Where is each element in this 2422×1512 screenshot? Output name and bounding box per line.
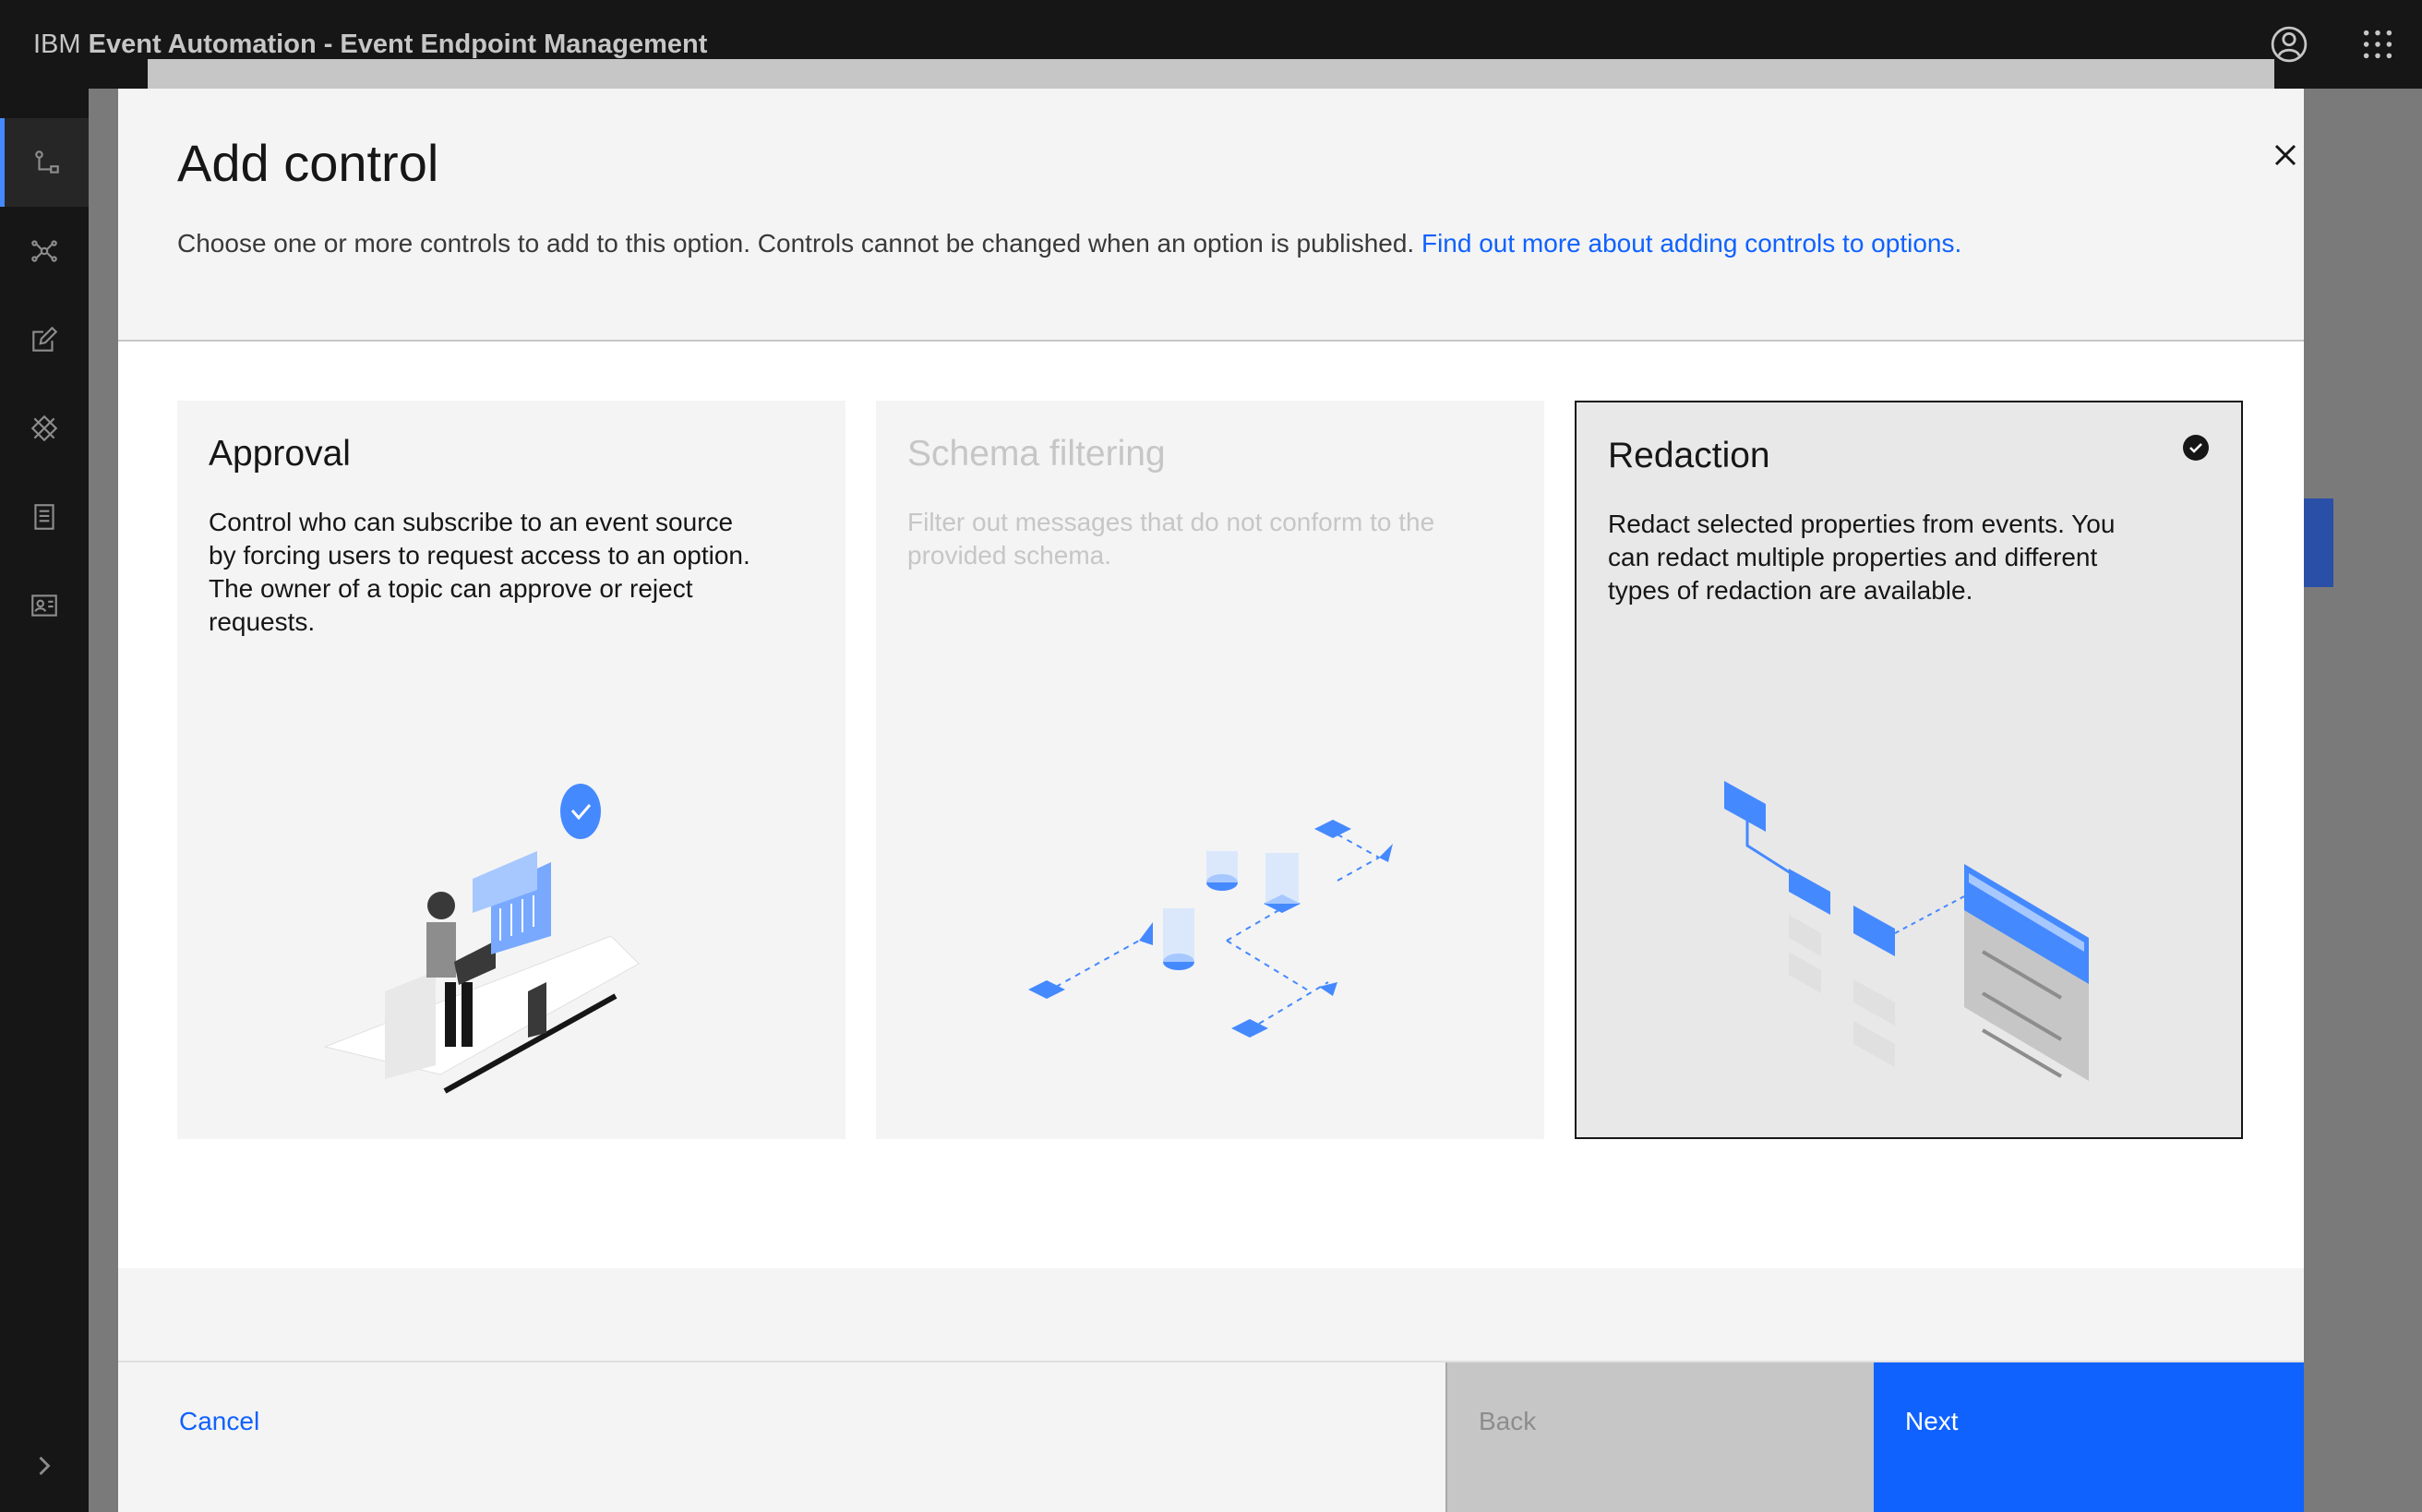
tile-redaction[interactable]: Redaction Redact selected properties fro… bbox=[1575, 401, 2243, 1139]
nav-item-topology[interactable] bbox=[0, 118, 89, 207]
nav-item-edit[interactable] bbox=[0, 295, 89, 384]
edit-icon bbox=[32, 326, 58, 352]
modal-description: Choose one or more controls to add to th… bbox=[177, 227, 1968, 260]
approval-illustration bbox=[323, 784, 640, 1094]
next-button[interactable]: Next bbox=[1874, 1362, 2304, 1512]
tile-approval[interactable]: Approval Control who can subscribe to an… bbox=[177, 401, 845, 1139]
backdrop-strip bbox=[148, 59, 2274, 90]
chevron-right-icon[interactable] bbox=[28, 1449, 61, 1482]
profile-card-icon bbox=[31, 594, 57, 617]
user-avatar-icon[interactable] bbox=[2269, 24, 2309, 65]
topology-icon bbox=[34, 150, 59, 174]
schema-filtering-illustration bbox=[1028, 820, 1393, 1038]
app-switcher-icon[interactable] bbox=[2357, 24, 2398, 65]
modal-body: Approval Control who can subscribe to an… bbox=[118, 342, 2304, 1268]
add-control-modal: Add control Choose one or more controls … bbox=[118, 89, 2304, 1512]
brand-prefix: IBM bbox=[33, 29, 81, 59]
nav-item-documents[interactable] bbox=[0, 473, 89, 561]
nav-item-catalog[interactable] bbox=[0, 207, 89, 295]
gateway-icon bbox=[30, 414, 58, 442]
tile-description: Filter out messages that do not conform … bbox=[907, 508, 1435, 570]
redaction-illustration bbox=[1724, 781, 2089, 1081]
nav-item-profile[interactable] bbox=[0, 561, 89, 650]
app-brand[interactable]: IBM Event Automation - Event Endpoint Ma… bbox=[33, 30, 707, 60]
tile-title: Schema filtering bbox=[907, 434, 1166, 474]
tile-description: Redact selected properties from events. … bbox=[1608, 510, 2116, 605]
learn-more-link[interactable]: Find out more about adding controls to o… bbox=[1421, 229, 1961, 258]
close-button[interactable] bbox=[2241, 111, 2330, 199]
close-icon bbox=[2274, 144, 2296, 166]
cancel-button[interactable]: Cancel bbox=[118, 1362, 1445, 1512]
document-list-icon bbox=[34, 504, 54, 530]
tile-title: Approval bbox=[209, 434, 351, 474]
side-nav bbox=[0, 89, 89, 1512]
catalog-network-icon bbox=[31, 240, 57, 262]
tile-description: Control who can subscribe to an event so… bbox=[209, 508, 750, 636]
modal-description-text: Choose one or more controls to add to th… bbox=[177, 229, 1421, 258]
checkmark-filled-icon bbox=[2183, 435, 2209, 461]
tile-title: Redaction bbox=[1608, 436, 1770, 475]
brand-name: Event Automation - Event Endpoint Manage… bbox=[88, 29, 708, 59]
back-button: Back bbox=[1445, 1362, 1874, 1512]
nav-item-gateway[interactable] bbox=[0, 384, 89, 473]
modal-footer: Cancel Back Next bbox=[118, 1361, 2304, 1512]
tile-schema-filtering: Schema filtering Filter out messages tha… bbox=[876, 401, 1544, 1139]
modal-title: Add control bbox=[177, 134, 439, 192]
